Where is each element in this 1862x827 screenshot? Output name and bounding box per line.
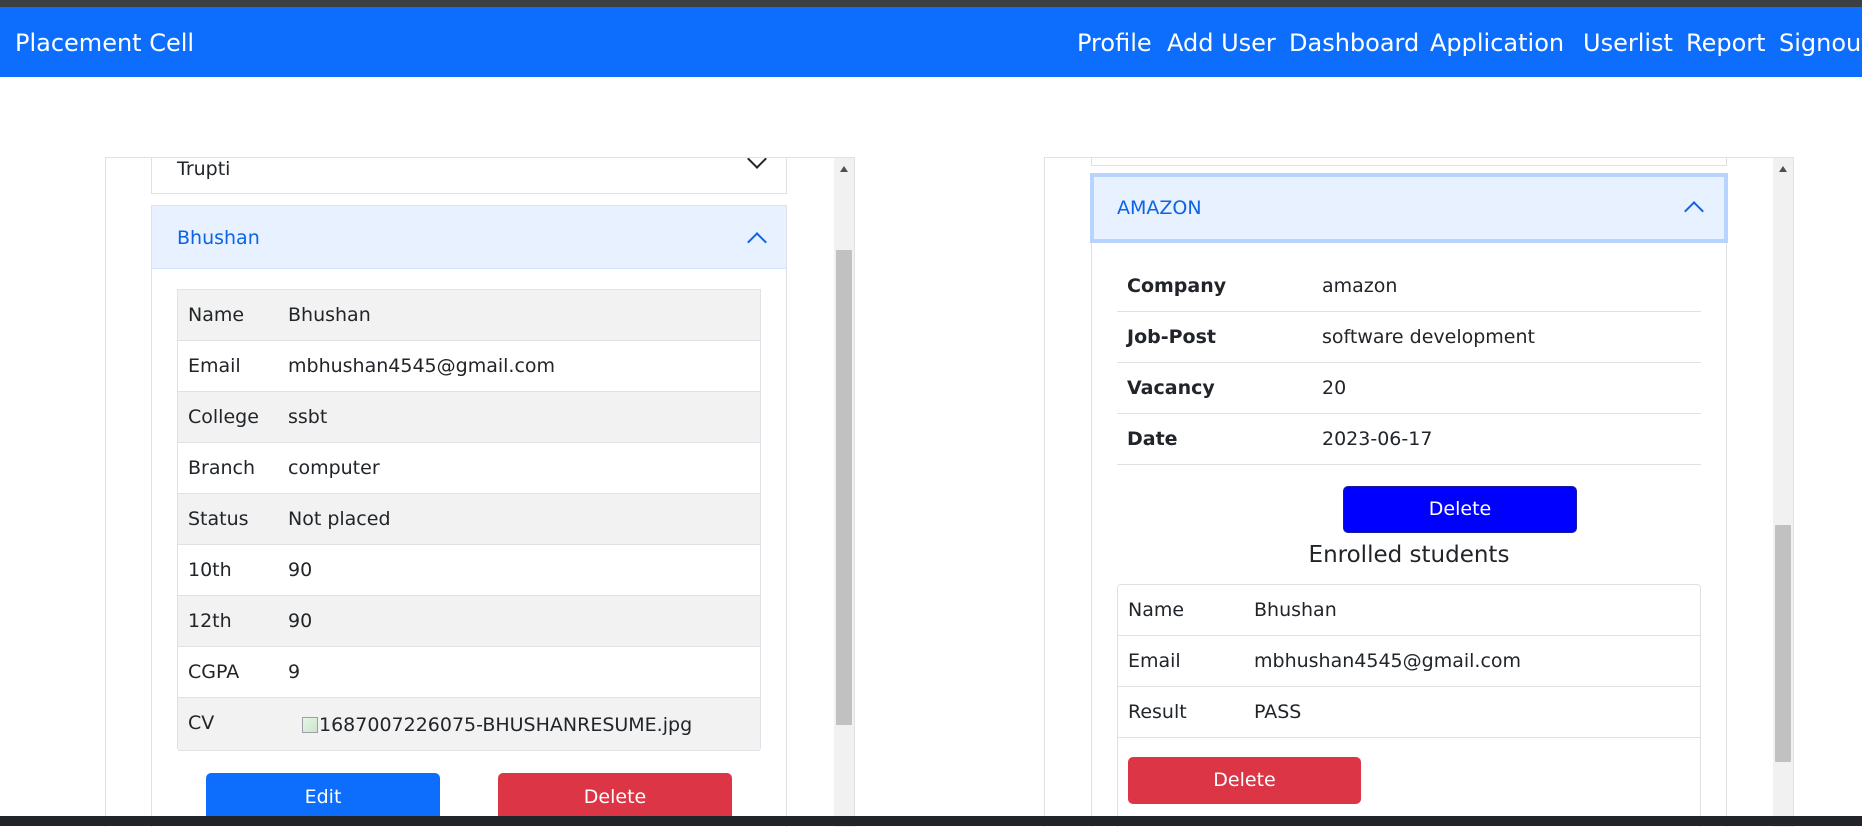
row-value: PASS xyxy=(1254,701,1302,723)
delete-enrollment-button[interactable]: Delete xyxy=(1128,757,1361,804)
table-row: Branch computer xyxy=(178,443,760,494)
table-row: Name Bhushan xyxy=(1118,585,1700,636)
row-label: Vacancy xyxy=(1127,377,1215,399)
row-value: software development xyxy=(1322,326,1535,348)
chevron-up-icon xyxy=(747,232,767,252)
row-label: Name xyxy=(1128,599,1185,621)
row-label: Job-Post xyxy=(1127,326,1216,348)
cv-alt-text: 1687007226075-BHUSHANRESUME.jpg xyxy=(319,714,693,736)
table-row: Vacancy 20 xyxy=(1117,363,1701,414)
taskbar-strip xyxy=(0,816,1862,826)
nav-link-userlist[interactable]: Userlist xyxy=(1583,29,1673,57)
row-label: Branch xyxy=(188,457,256,479)
broken-image-icon xyxy=(302,717,318,733)
nav-link-signout[interactable]: Signout xyxy=(1779,29,1862,57)
table-row: CGPA 9 xyxy=(178,647,760,698)
delete-button[interactable]: Delete xyxy=(498,773,732,821)
table-row: 10th 90 xyxy=(178,545,760,596)
accordion-title: Trupti xyxy=(177,158,231,180)
row-value: ssbt xyxy=(288,406,328,428)
row-value: Bhushan xyxy=(1254,599,1337,621)
row-label: Email xyxy=(188,355,241,377)
enrolled-students-table: Name Bhushan Email mbhushan4545@gmail.co… xyxy=(1117,584,1701,827)
company-details-table: Company amazon Job-Post software develop… xyxy=(1117,261,1701,465)
nav-link-profile[interactable]: Profile xyxy=(1077,29,1152,57)
edit-button[interactable]: Edit xyxy=(206,773,440,821)
row-value: amazon xyxy=(1322,275,1398,297)
table-row: Job-Post software development xyxy=(1117,312,1701,363)
accordion-header[interactable]: AMAZON xyxy=(1090,173,1728,243)
row-value: 2023-06-17 xyxy=(1322,428,1433,450)
row-label: CV xyxy=(188,712,215,734)
row-label: 10th xyxy=(188,559,232,581)
accordion-header[interactable]: Bhushan xyxy=(152,206,786,269)
user-details-table: Name Bhushan Email mbhushan4545@gmail.co… xyxy=(177,289,761,751)
users-panel: Trupti Bhushan Name Bhushan Email mbhush… xyxy=(105,157,855,827)
table-row: Name Bhushan xyxy=(178,290,760,341)
accordion-title: AMAZON xyxy=(1117,197,1202,219)
row-label: Name xyxy=(188,304,245,326)
nav-link-application[interactable]: Application xyxy=(1430,29,1564,57)
nav-link-report[interactable]: Report xyxy=(1686,29,1766,57)
table-row: 12th 90 xyxy=(178,596,760,647)
accordion-item-amazon: AMAZON Company amazon Job-Post software … xyxy=(1090,173,1728,827)
delete-company-button[interactable]: Delete xyxy=(1343,486,1577,533)
row-label: Result xyxy=(1128,701,1187,723)
row-value: 90 xyxy=(288,610,313,632)
row-label: College xyxy=(188,406,259,428)
enrolled-students-heading: Enrolled students xyxy=(1308,542,1510,568)
row-label: Status xyxy=(188,508,249,530)
cv-image[interactable]: 1687007226075-BHUSHANRESUME.jpg xyxy=(302,714,692,736)
nav-link-dashboard[interactable]: Dashboard xyxy=(1289,29,1419,57)
scrollbar[interactable] xyxy=(834,158,854,827)
scroll-up-arrow-icon[interactable] xyxy=(1779,166,1787,172)
scroll-thumb[interactable] xyxy=(836,250,852,725)
row-label: Email xyxy=(1128,650,1181,672)
table-row: Email mbhushan4545@gmail.com xyxy=(1118,636,1700,687)
table-row: College ssbt xyxy=(178,392,760,443)
table-row: Status Not placed xyxy=(178,494,760,545)
row-label: Company xyxy=(1127,275,1227,297)
table-row: Company amazon xyxy=(1117,261,1701,312)
scroll-thumb[interactable] xyxy=(1775,525,1791,762)
row-value: 9 xyxy=(288,661,301,683)
chevron-up-icon xyxy=(1684,201,1704,221)
row-value: mbhushan4545@gmail.com xyxy=(288,355,556,377)
table-row: Email mbhushan4545@gmail.com xyxy=(178,341,760,392)
navbar-brand[interactable]: Placement Cell xyxy=(15,29,194,57)
row-value: computer xyxy=(288,457,380,479)
accordion-item-trupti[interactable]: Trupti xyxy=(151,158,787,194)
table-row: Result PASS xyxy=(1118,687,1700,738)
nav-link-add-user[interactable]: Add User xyxy=(1167,29,1276,57)
chevron-down-icon xyxy=(747,158,767,169)
row-label: Date xyxy=(1127,428,1178,450)
row-value: Bhushan xyxy=(288,304,371,326)
companies-panel: AMAZON Company amazon Job-Post software … xyxy=(1044,157,1794,827)
navbar: Placement Cell Profile Add User Dashboar… xyxy=(0,7,1862,77)
row-value: 90 xyxy=(288,559,313,581)
row-value: mbhushan4545@gmail.com xyxy=(1254,650,1522,672)
row-label: 12th xyxy=(188,610,232,632)
table-row: Date 2023-06-17 xyxy=(1117,414,1701,465)
table-row: CV 1687007226075-BHUSHANRESUME.jpg xyxy=(178,698,760,751)
row-label: CGPA xyxy=(188,661,240,683)
accordion-title: Bhushan xyxy=(177,227,260,249)
row-value: Not placed xyxy=(288,508,391,530)
scrollbar[interactable] xyxy=(1773,158,1793,827)
scroll-up-arrow-icon[interactable] xyxy=(840,166,848,172)
accordion-item-bhushan: Bhushan Name Bhushan Email mbhushan4545@… xyxy=(151,205,787,827)
browser-top-strip xyxy=(0,0,1862,7)
row-value: 20 xyxy=(1322,377,1347,399)
accordion-item-previous[interactable] xyxy=(1091,158,1727,166)
